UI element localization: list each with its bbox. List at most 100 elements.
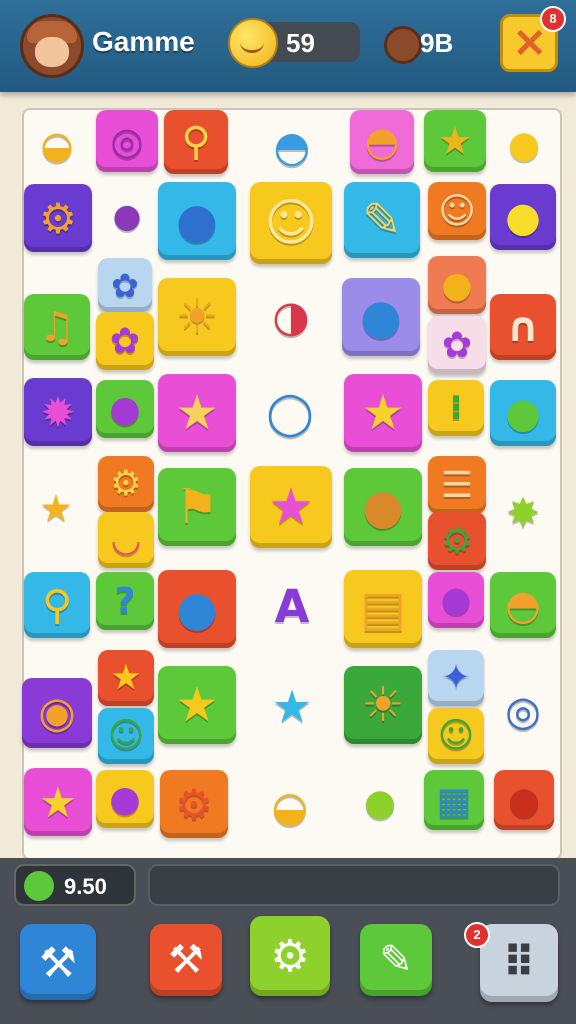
game-tile[interactable]: ▦	[424, 770, 484, 830]
game-tile[interactable]: ★	[24, 768, 92, 836]
snail-icon: ◎	[110, 119, 144, 163]
game-tile[interactable]: ●	[344, 468, 422, 546]
game-tile[interactable]: ★	[344, 374, 422, 452]
game-tile[interactable]: ☰	[428, 456, 486, 514]
game-tile[interactable]: ✎	[344, 182, 420, 258]
game-tile[interactable]: ⚙	[428, 512, 486, 570]
magnifier-icon: ⚲	[181, 119, 211, 165]
stick-tool-button[interactable]: ✎	[360, 924, 432, 996]
game-tile[interactable]: ☺	[428, 182, 486, 240]
game-tile[interactable]: ★	[158, 374, 236, 452]
game-tile[interactable]: ☺	[428, 708, 484, 764]
flower-icon: ✿	[109, 320, 141, 362]
burger-icon: ☰	[440, 464, 474, 506]
leaf-icon: ●	[505, 389, 541, 437]
game-tile[interactable]: ✸	[490, 480, 556, 546]
game-tile[interactable]: ✿	[98, 258, 152, 312]
game-tile[interactable]: ●	[350, 772, 410, 832]
game-tile[interactable]: ♫	[24, 294, 90, 360]
menu-grid-button[interactable]: ⠿	[480, 924, 558, 1002]
mushroom-icon: ◓	[505, 581, 541, 629]
grid-icon: ⠿	[502, 938, 536, 988]
game-tile[interactable]: ?	[96, 572, 154, 630]
game-tile[interactable]: ●	[158, 570, 236, 648]
game-tile[interactable]: ●	[342, 278, 420, 356]
game-tile[interactable]: ◓	[490, 572, 556, 638]
game-tile[interactable]: ●	[428, 256, 486, 314]
game-tile[interactable]: ⚙	[160, 770, 228, 838]
boot-icon: ⚑	[175, 479, 219, 535]
game-tile[interactable]: ★	[158, 666, 236, 744]
game-tile[interactable]: ★	[250, 466, 332, 548]
pie-icon: ◓	[364, 119, 400, 165]
game-tile[interactable]: ●	[158, 182, 236, 260]
game-tile[interactable]: ✿	[428, 316, 486, 374]
game-tile[interactable]: ⚲	[24, 572, 90, 638]
gem-icon	[384, 26, 422, 64]
game-tile[interactable]: ◓	[258, 112, 326, 180]
star-icon: ★	[361, 385, 405, 441]
game-tile[interactable]: ●	[494, 114, 554, 174]
lemon-icon: ●	[505, 193, 541, 241]
game-tile[interactable]: ●	[490, 184, 556, 250]
face-icon: ☺	[438, 190, 476, 232]
game-tile[interactable]: ◒	[26, 114, 88, 176]
frog-icon: ☺	[437, 716, 475, 756]
sun-face-icon: ☀	[361, 677, 405, 733]
game-tile[interactable]: ●	[96, 380, 154, 438]
game-tile[interactable]: A	[256, 570, 328, 642]
coin-count: 59	[286, 28, 315, 58]
game-tile[interactable]: ⚙	[24, 184, 92, 252]
game-tile[interactable]: ⁝	[428, 380, 484, 436]
game-tile[interactable]: ◑	[256, 282, 326, 352]
game-tile[interactable]: ◎	[490, 678, 556, 744]
game-tile[interactable]: ★	[256, 670, 328, 742]
game-tile[interactable]: ●	[490, 380, 556, 446]
cookie-icon: ●	[441, 264, 473, 306]
game-tile[interactable]: ✦	[428, 650, 484, 706]
lips-icon: ◡	[112, 520, 140, 560]
eggplant-icon: ●	[112, 195, 142, 235]
game-tile[interactable]: ◎	[96, 110, 158, 172]
bean-icon: ●	[109, 388, 141, 430]
game-tile[interactable]: ☺	[250, 182, 332, 264]
game-tile[interactable]: ✿	[96, 312, 154, 370]
player-avatar[interactable]	[20, 14, 84, 78]
game-tile[interactable]: ★	[424, 110, 486, 172]
game-tile[interactable]: ✹	[24, 378, 92, 446]
game-tile[interactable]: ★	[26, 478, 86, 538]
game-tile[interactable]: ☀	[344, 666, 422, 744]
leaf-icon: ●	[363, 780, 397, 824]
game-tile[interactable]: ●	[100, 188, 154, 242]
gear-icon: ⚙	[270, 930, 310, 982]
top-bar: Gamme 59 9B ✕ 8	[0, 0, 576, 92]
stat-value: 9.50	[64, 874, 107, 899]
coin-icon	[228, 18, 278, 68]
game-tile[interactable]: ∩	[490, 294, 556, 360]
game-tile[interactable]: ◯	[256, 378, 324, 446]
game-tile[interactable]: ⚑	[158, 468, 236, 546]
game-tile[interactable]: ☀	[158, 278, 236, 356]
hammer-tool-button[interactable]: ⚒	[20, 924, 96, 1000]
game-tile[interactable]: ●	[96, 770, 154, 828]
tomato-icon: ●	[507, 778, 541, 822]
star-icon: ★	[110, 658, 142, 698]
letter-a-icon: A	[274, 579, 310, 633]
mallet-tool-button[interactable]: ⚒	[150, 924, 222, 996]
game-tile[interactable]: ▤	[344, 570, 422, 648]
game-tile[interactable]: ◓	[350, 110, 414, 174]
game-tile[interactable]: ⚙	[98, 456, 154, 512]
game-tile[interactable]: ★	[98, 650, 154, 706]
mallet-icon: ⚒	[168, 937, 204, 983]
game-tile[interactable]: ☺	[98, 708, 154, 764]
gear-tool-button[interactable]: ⚙	[250, 916, 330, 996]
game-tile[interactable]: ●	[428, 572, 484, 628]
game-tile[interactable]: ⚲	[164, 110, 228, 174]
game-tile[interactable]: ◒	[256, 772, 324, 840]
gear-icon: ⚙	[39, 193, 77, 243]
menu-badge: 2	[464, 922, 490, 948]
game-tile[interactable]: ◉	[22, 678, 92, 748]
game-tile[interactable]: ●	[494, 770, 554, 830]
game-tile[interactable]: ◡	[98, 512, 154, 568]
face-icon	[35, 37, 69, 67]
